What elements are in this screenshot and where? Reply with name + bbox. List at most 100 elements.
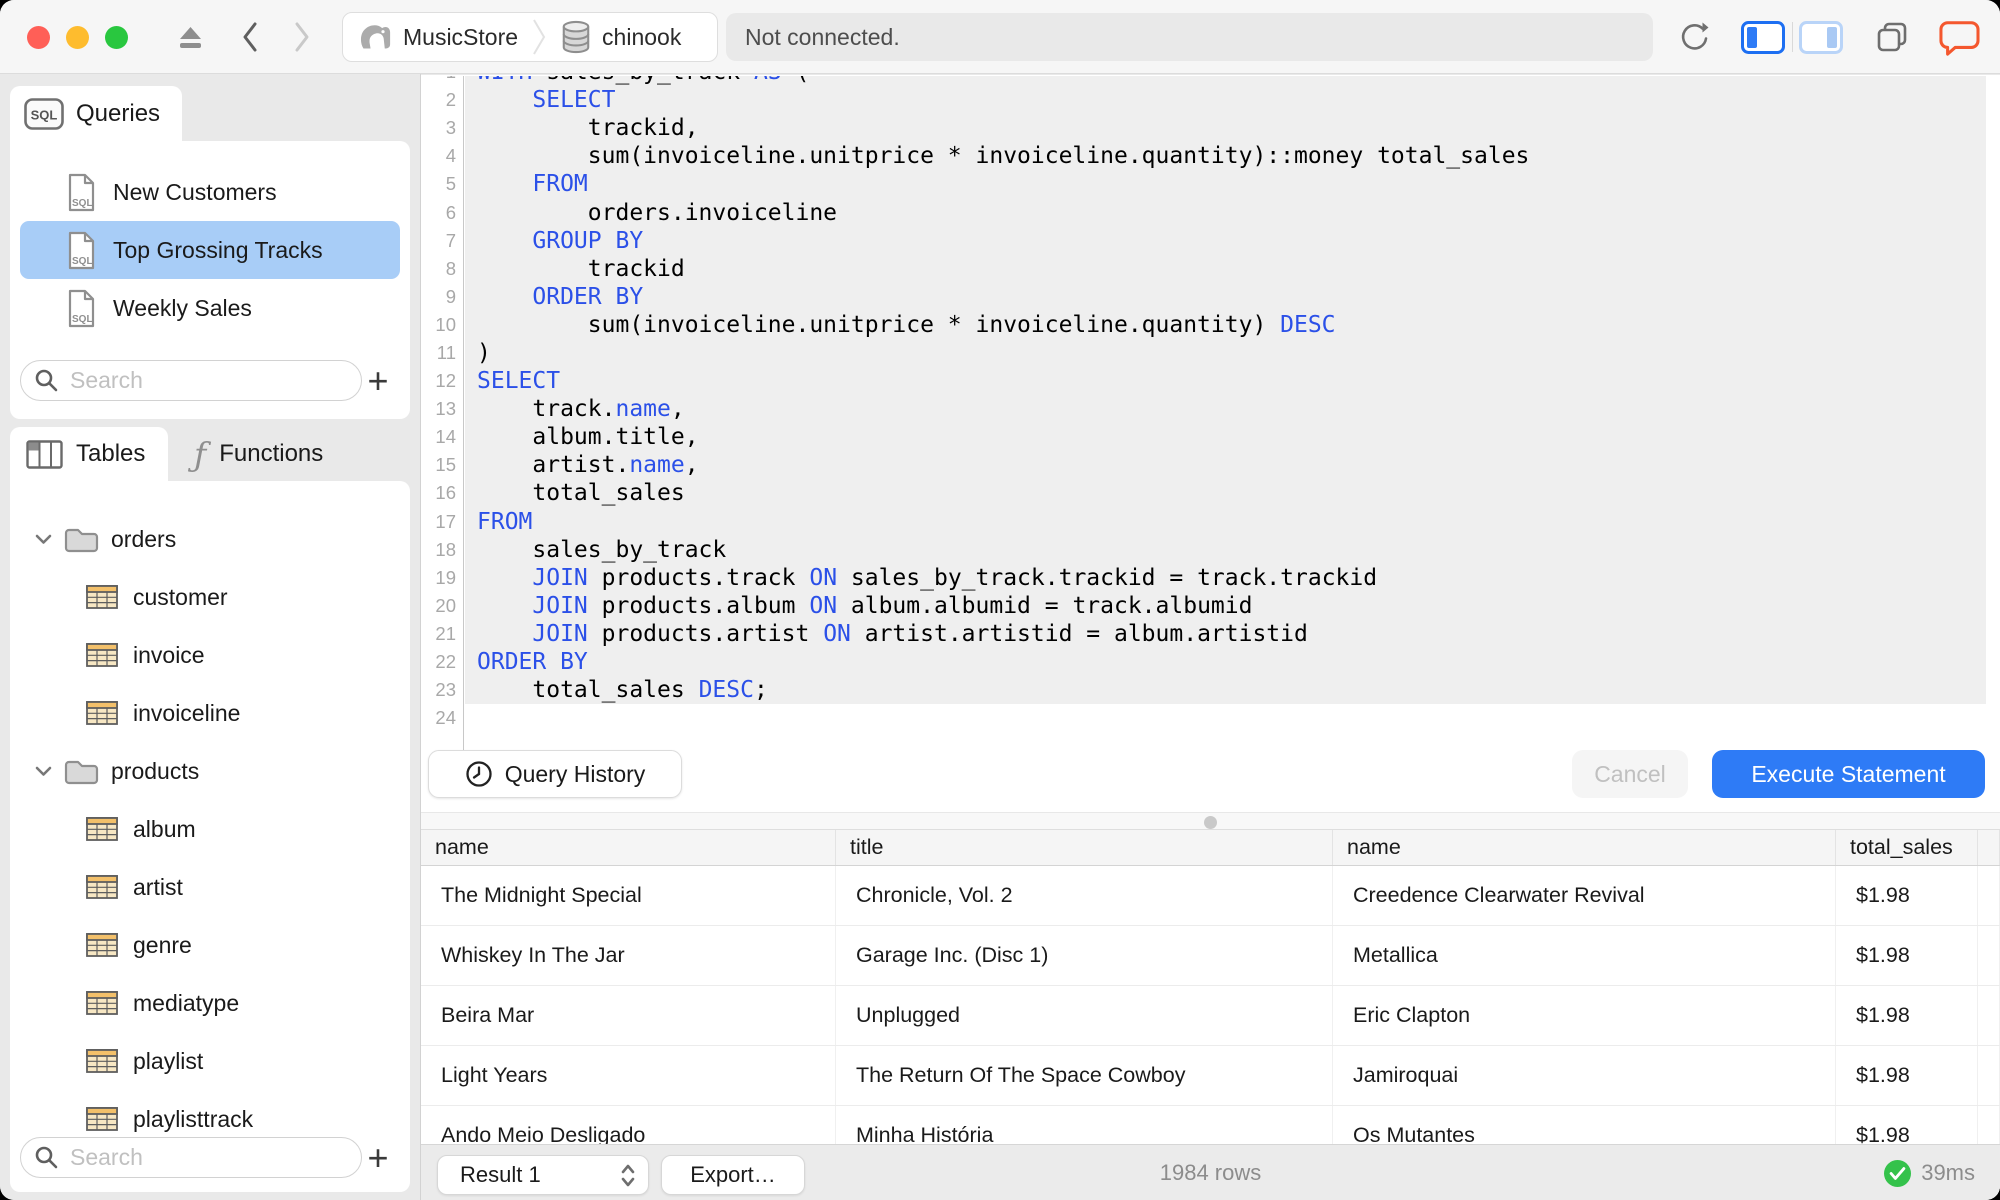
query-history-button[interactable]: Query History [428, 750, 682, 798]
code-area[interactable]: WITH sales_by_track AS ( SELECT trackid,… [465, 76, 2000, 752]
chevron-down-icon[interactable] [35, 766, 52, 777]
code-line[interactable]: artist. name, [465, 451, 1986, 480]
column-header[interactable]: total_sales [1836, 830, 1978, 865]
tab-functions[interactable]: ƒ Functions [178, 427, 410, 481]
column-header[interactable]: name [421, 830, 836, 865]
code-line[interactable]: ORDER BY [465, 647, 1986, 677]
breadcrumb-server[interactable]: MusicStore [343, 13, 532, 61]
table-search-input[interactable] [68, 1143, 308, 1172]
query-search-input[interactable] [68, 366, 308, 395]
table-cell[interactable]: Creedence Clearwater Revival [1333, 866, 1836, 925]
refresh-button[interactable] [1676, 0, 1710, 74]
forward-button[interactable] [290, 0, 314, 74]
table-cell[interactable]: Whiskey In The Jar [421, 926, 836, 985]
tree-table-row[interactable]: playlist [10, 1032, 410, 1090]
table-search-field[interactable] [20, 1137, 362, 1178]
code-line[interactable]: total_sales [465, 479, 1986, 508]
tree-folder-row[interactable]: products [10, 742, 410, 800]
code-line[interactable]: ORDER BY [465, 282, 1986, 311]
code-line[interactable]: track. name, [465, 395, 1986, 424]
code-line[interactable]: JOIN products.album ON album.albumid = t… [465, 591, 1986, 620]
tree-folder-row[interactable]: orders [10, 510, 410, 568]
table-cell[interactable]: Ando Meio Desligado [421, 1106, 836, 1144]
add-query-button[interactable]: + [360, 360, 396, 401]
table-cell[interactable]: $1.98 [1836, 866, 1978, 925]
table-cell[interactable]: Chronicle, Vol. 2 [836, 866, 1333, 925]
column-header[interactable] [1978, 830, 2000, 865]
code-line[interactable]: SELECT [465, 86, 1986, 115]
table-cell[interactable]: Eric Clapton [1333, 986, 1836, 1045]
code-line[interactable]: trackid, [465, 114, 1986, 143]
splitter-handle-icon[interactable] [1204, 816, 1217, 829]
code-line[interactable]: sales_by_track [465, 535, 1986, 564]
tree-table-row[interactable]: invoice [10, 626, 410, 684]
query-list-item[interactable]: SQL Weekly Sales [20, 279, 400, 337]
export-button[interactable]: Export… [661, 1155, 805, 1195]
add-table-button[interactable]: + [360, 1137, 396, 1178]
splitter-bar[interactable] [421, 812, 2000, 830]
window-close-button[interactable] [27, 26, 50, 49]
query-list-item[interactable]: SQL New Customers [20, 163, 400, 221]
windows-button[interactable] [1872, 0, 1912, 74]
code-line[interactable]: trackid [465, 254, 1986, 283]
code-line[interactable]: FROM [465, 170, 1986, 199]
execute-statement-button[interactable]: Execute Statement [1712, 750, 1985, 798]
query-search-field[interactable] [20, 360, 362, 401]
tree-table-row[interactable]: customer [10, 568, 410, 626]
code-line[interactable]: album.title, [465, 423, 1986, 452]
toggle-right-sidebar-button[interactable] [1798, 0, 1844, 74]
table-cell[interactable]: $1.98 [1836, 986, 1978, 1045]
code-line[interactable] [465, 704, 1986, 732]
window-minimize-button[interactable] [66, 26, 89, 49]
toggle-left-sidebar-button[interactable] [1740, 0, 1786, 74]
query-list-item[interactable]: SQL Top Grossing Tracks [20, 221, 400, 279]
table-cell[interactable]: Jamiroquai [1333, 1046, 1836, 1105]
tab-queries[interactable]: SQL Queries [10, 86, 182, 142]
table-cell[interactable]: Os Mutantes [1333, 1106, 1836, 1144]
column-header[interactable]: title [836, 830, 1333, 865]
table-cell[interactable]: The Midnight Special [421, 866, 836, 925]
tree-table-row[interactable]: mediatype [10, 974, 410, 1032]
code-line[interactable]: SELECT [465, 367, 1986, 396]
table-row[interactable]: Ando Meio Desligado Minha História Os Muta… [421, 1106, 2000, 1144]
tree-table-row[interactable]: genre [10, 916, 410, 974]
table-cell[interactable]: The Return Of The Space Cowboy [836, 1046, 1333, 1105]
table-cell[interactable]: Beira Mar [421, 986, 836, 1045]
table-cell[interactable]: Light Years [421, 1046, 836, 1105]
tree-table-row[interactable]: artist [10, 858, 410, 916]
tree-table-row[interactable]: invoiceline [10, 684, 410, 742]
window-zoom-button[interactable] [105, 26, 128, 49]
chevron-down-icon[interactable] [35, 534, 52, 545]
code-line[interactable]: JOIN products.track ON sales_by_track.tr… [465, 563, 1986, 592]
table-cell[interactable]: Unplugged [836, 986, 1333, 1045]
table-cell[interactable]: $1.98 [1836, 1046, 1978, 1105]
code-line[interactable]: total_sales DESC; [465, 676, 1986, 705]
table-row[interactable]: Whiskey In The Jar Garage Inc. (Disc 1) Me… [421, 926, 2000, 986]
column-header[interactable]: name [1333, 830, 1836, 865]
code-line[interactable]: sum(invoiceline.unitprice * invoiceline.… [465, 142, 1986, 171]
table-row[interactable]: The Midnight Special Chronicle, Vol. 2 Cre… [421, 866, 2000, 926]
table-cell[interactable] [1978, 1106, 2000, 1144]
feedback-button[interactable] [1938, 0, 1980, 74]
code-line[interactable]: FROM [465, 507, 1986, 536]
table-cell[interactable]: Minha História [836, 1106, 1333, 1144]
code-line[interactable]: JOIN products.artist ON artist.artistid … [465, 619, 1986, 648]
table-row[interactable]: Light Years The Return Of The Space Cowbo… [421, 1046, 2000, 1106]
eject-button[interactable] [178, 0, 202, 74]
back-button[interactable] [238, 0, 262, 74]
table-cell[interactable] [1978, 986, 2000, 1045]
result-selector[interactable]: Result 1 [437, 1155, 649, 1195]
code-line[interactable]: GROUP BY [465, 226, 1986, 255]
table-row[interactable]: Beira Mar Unplugged Eric Clapton $1.98 [421, 986, 2000, 1046]
table-cell[interactable] [1978, 926, 2000, 985]
breadcrumb-database[interactable]: chinook [546, 13, 695, 61]
table-cell[interactable]: Metallica [1333, 926, 1836, 985]
table-cell[interactable] [1978, 866, 2000, 925]
code-line[interactable]: ) [465, 338, 1986, 368]
code-line[interactable]: orders.invoiceline [465, 198, 1986, 227]
table-cell[interactable]: Garage Inc. (Disc 1) [836, 926, 1333, 985]
code-line[interactable]: sum(invoiceline.unitprice * invoiceline.… [465, 310, 1986, 339]
sql-editor[interactable]: WITH sales_by_track AS ( SELECT trackid,… [421, 76, 2000, 752]
tab-tables[interactable]: Tables [10, 427, 168, 481]
tree-table-row[interactable]: album [10, 800, 410, 858]
